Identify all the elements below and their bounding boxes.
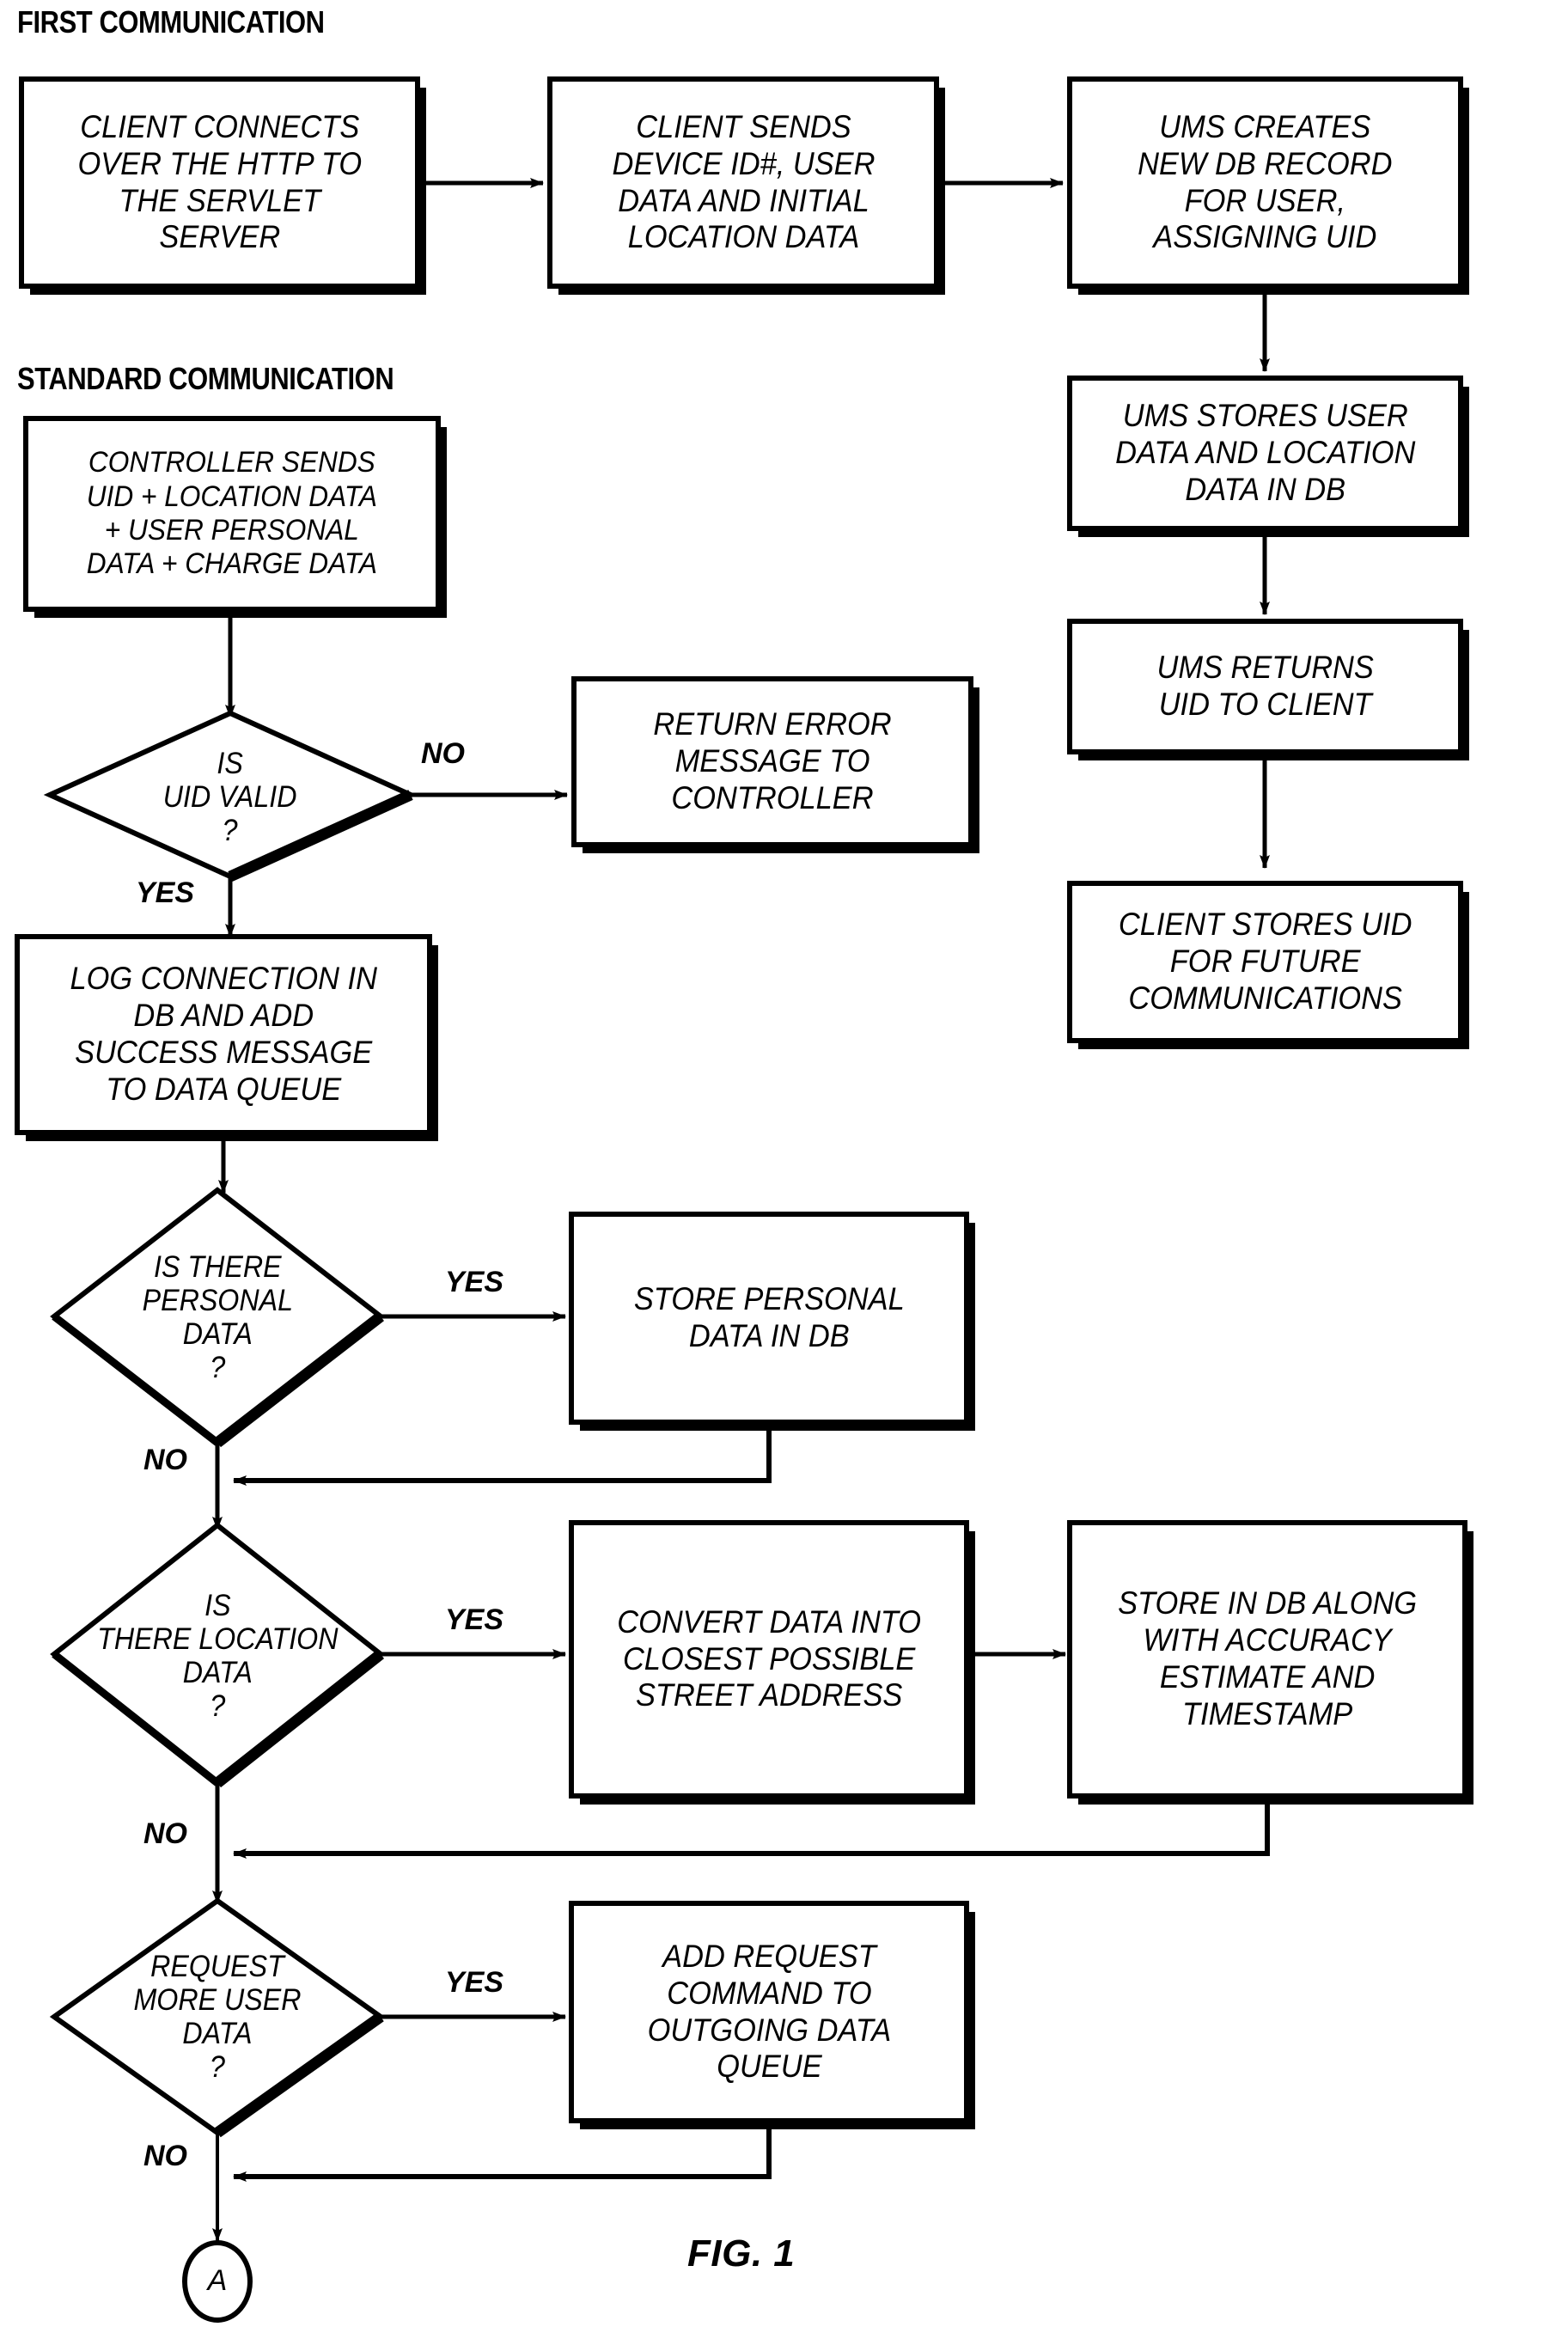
section-heading-standard-communication: STANDARD COMMUNICATION: [17, 361, 394, 396]
figure-caption: FIG. 1: [687, 2232, 796, 2275]
branch-label-no-location: NO: [143, 1817, 187, 1850]
branch-label-yes-personal: YES: [445, 1266, 504, 1298]
branch-label-no-request: NO: [143, 2140, 187, 2172]
flowchart-shapes-layer: [15, 76, 1473, 2323]
branch-label-yes-request: YES: [445, 1966, 504, 1999]
branch-label-no-personal: NO: [143, 1444, 187, 1476]
branch-label-yes-uid-valid: YES: [136, 876, 195, 909]
patent-figure-page: FIRST COMMUNICATION STANDARD COMMUNICATI…: [0, 0, 1568, 2339]
section-heading-first-communication: FIRST COMMUNICATION: [17, 4, 325, 40]
branch-label-no-uid-valid: NO: [421, 737, 465, 770]
offpage-connector-label: A: [207, 2264, 228, 2297]
branch-label-yes-location: YES: [445, 1603, 504, 1636]
